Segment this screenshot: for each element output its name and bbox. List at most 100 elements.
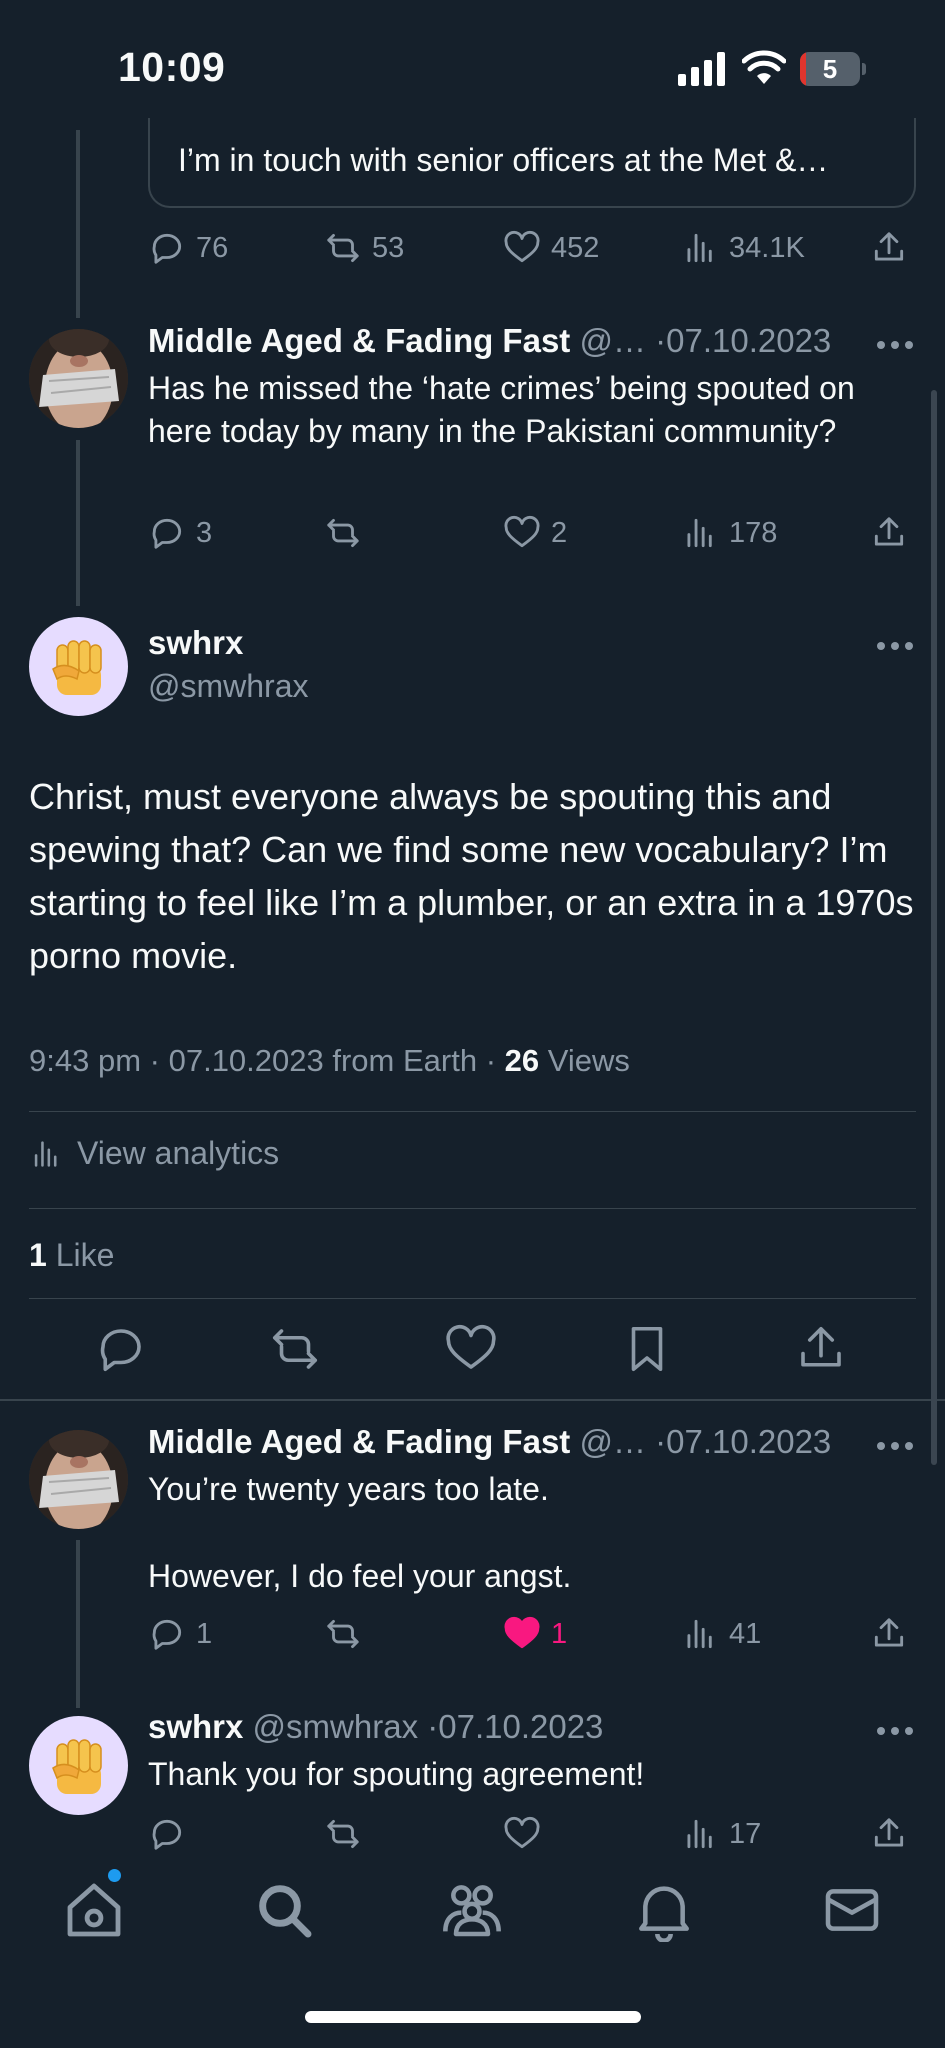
separator: · [655, 322, 667, 359]
views-button[interactable]: 34.1K [681, 226, 805, 270]
avatar-raised-fist[interactable] [29, 1716, 128, 1815]
post-date: 07.10.2023 [438, 1708, 604, 1745]
bookmark-icon[interactable] [620, 1322, 674, 1376]
views-count: 34.1K [729, 231, 805, 264]
separator: · [427, 1708, 439, 1745]
analytics-icon [687, 1819, 712, 1849]
avatar-gagged[interactable] [29, 1430, 128, 1529]
share-button[interactable] [870, 1812, 908, 1856]
action-row: 3 2 178 [148, 511, 918, 555]
share-icon [874, 1818, 904, 1847]
reply-header: Middle Aged & Fading Fast @… ·07.10.2023 [148, 322, 831, 360]
repost-button[interactable] [324, 1812, 372, 1856]
repost-icon [327, 1819, 359, 1849]
analytics-icon [687, 518, 712, 548]
tweet-date: 07.10.2023 [168, 1043, 324, 1078]
like-button-liked[interactable]: 1 [503, 1612, 567, 1656]
notification-dot [108, 1869, 121, 1882]
author-name[interactable]: swhrx [148, 1708, 243, 1745]
share-button[interactable] [870, 1612, 908, 1656]
signal-icon [678, 52, 725, 86]
author-name[interactable]: Middle Aged & Fading Fast [148, 322, 570, 359]
notifications-bell-icon[interactable] [632, 1878, 696, 1942]
repost-count: 53 [372, 231, 405, 264]
like-count: 2 [551, 516, 568, 549]
avatar-gagged[interactable] [29, 329, 128, 428]
like-button[interactable]: 2 [503, 511, 567, 555]
author-handle[interactable]: @… [579, 1423, 646, 1460]
avatar-raised-fist[interactable] [29, 617, 128, 716]
action-row: 17 [148, 1812, 918, 1856]
author-handle[interactable]: @smwhrax [148, 668, 309, 705]
reply-icon [152, 233, 182, 264]
views-count: 178 [729, 516, 778, 549]
repost-icon[interactable] [268, 1322, 322, 1376]
likes-count: 1 [29, 1237, 47, 1273]
status-bar: 10:09 5 [0, 0, 945, 130]
wifi-icon [742, 50, 786, 84]
share-icon[interactable] [794, 1322, 848, 1376]
repost-icon [327, 233, 359, 263]
reply-button[interactable]: 1 [148, 1612, 212, 1656]
quoted-tweet-card[interactable]: I’m in touch with senior officers at the… [148, 118, 916, 208]
scrollbar[interactable] [931, 390, 937, 1465]
more-options-icon[interactable] [876, 641, 914, 651]
like-count: 452 [551, 231, 600, 264]
author-name[interactable]: Middle Aged & Fading Fast [148, 1423, 570, 1460]
share-icon [874, 232, 904, 261]
repost-button[interactable] [324, 1612, 372, 1656]
like-button[interactable]: 452 [503, 226, 599, 270]
messages-envelope-icon[interactable] [820, 1878, 884, 1942]
repost-button[interactable] [324, 511, 372, 555]
views-count: 26 [504, 1043, 540, 1078]
thread-line [76, 130, 80, 318]
home-icon[interactable] [62, 1878, 126, 1942]
tweet-time: 9:43 pm [29, 1043, 142, 1078]
reply-text: Has he missed the ‘hate crimes’ being sp… [148, 370, 855, 449]
views-count: 17 [729, 1817, 762, 1850]
heart-icon [504, 515, 540, 548]
likes-label: Like [55, 1237, 115, 1273]
share-button[interactable] [870, 511, 908, 555]
separator: · [655, 1423, 667, 1460]
heart-icon[interactable] [444, 1322, 498, 1376]
reply-count: 3 [196, 516, 213, 549]
more-options-icon[interactable] [876, 1726, 914, 1736]
view-analytics-label: View analytics [77, 1135, 280, 1171]
like-count: 1 [551, 1617, 568, 1650]
like-button[interactable] [503, 1812, 551, 1856]
raised-fist-icon [51, 639, 102, 695]
views-button[interactable]: 17 [681, 1812, 761, 1856]
views-button[interactable]: 178 [681, 511, 777, 555]
gagged-face-image [29, 1430, 128, 1529]
author-name[interactable]: swhrx [148, 624, 243, 662]
thread-line [76, 440, 80, 606]
reply-button[interactable]: 76 [148, 226, 228, 270]
home-indicator[interactable] [305, 2011, 641, 2023]
likes-summary[interactable]: 1 Like [29, 1237, 114, 1274]
post-date: 07.10.2023 [666, 1423, 832, 1460]
more-options-icon[interactable] [876, 340, 914, 350]
post-date: 07.10.2023 [666, 322, 832, 359]
divider [29, 1298, 916, 1299]
reply-button[interactable]: 3 [148, 511, 212, 555]
reply-count: 1 [196, 1617, 213, 1650]
reply-button[interactable] [148, 1812, 196, 1856]
views-button[interactable]: 41 [681, 1612, 761, 1656]
share-button[interactable] [870, 226, 908, 270]
reply-icon [152, 1619, 182, 1650]
search-icon[interactable] [252, 1878, 316, 1942]
author-handle[interactable]: @smwhrax [253, 1708, 419, 1745]
repost-button[interactable]: 53 [324, 226, 404, 270]
communities-icon[interactable] [440, 1878, 504, 1942]
share-icon [874, 1618, 904, 1647]
reply-icon[interactable] [94, 1322, 148, 1376]
author-handle[interactable]: @… [579, 322, 646, 359]
view-analytics-link[interactable]: View analytics [29, 1135, 279, 1172]
section-divider [0, 1399, 945, 1401]
views-label: Views [547, 1043, 630, 1078]
quoted-tweet-text: I’m in touch with senior officers at the… [178, 142, 829, 178]
reply-header: Middle Aged & Fading Fast @… ·07.10.2023 [148, 1423, 831, 1461]
tweet-text: Christ, must everyone always be spouting… [29, 776, 914, 976]
more-options-icon[interactable] [876, 1441, 914, 1451]
